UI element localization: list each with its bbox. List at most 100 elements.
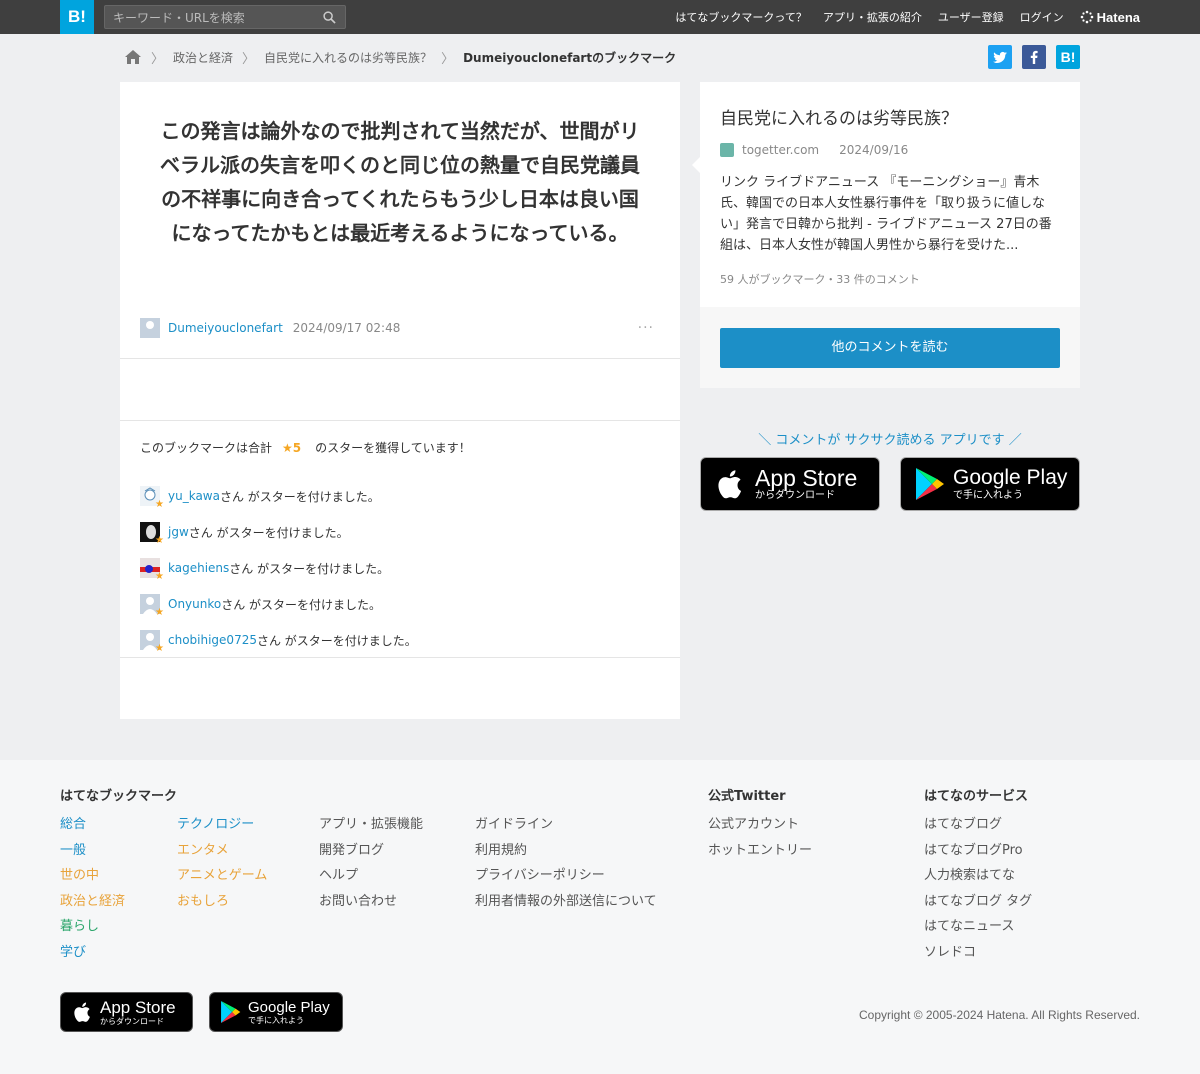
apple-icon: [74, 1002, 90, 1022]
footer-link-hot-entry[interactable]: ホットエントリー: [708, 838, 812, 864]
twitter-share-button[interactable]: [988, 45, 1012, 69]
breadcrumb: 〉 政治と経済 〉 自民党に入れるのは劣等民族？ 〉 Dumeiyouclone…: [124, 47, 676, 67]
stars-prefix: このブックマークは合計: [140, 441, 273, 455]
footer-link-terms[interactable]: 利用規約: [475, 838, 657, 864]
footer-link-general[interactable]: 一般: [60, 838, 125, 864]
avatar[interactable]: ★: [140, 486, 164, 510]
divider: [120, 358, 680, 359]
footer-link-guidelines[interactable]: ガイドライン: [475, 812, 657, 838]
avatar[interactable]: [140, 318, 160, 338]
footer-bookmark-heading: はてなブックマーク: [60, 789, 178, 804]
hatena-brand[interactable]: Hatena: [1080, 10, 1140, 25]
search-icon[interactable]: [323, 11, 336, 24]
avatar[interactable]: ★: [140, 558, 164, 582]
footer-link-contact[interactable]: お問い合わせ: [319, 889, 423, 915]
footer-link-blog-tag[interactable]: はてなブログ タグ: [924, 889, 1032, 915]
footer-link-jinriki[interactable]: 人力検索はてな: [924, 863, 1032, 889]
footer-link-life[interactable]: 暮らし: [60, 914, 125, 940]
more-options-icon[interactable]: ···: [638, 320, 660, 336]
footer-link-all[interactable]: 総合: [60, 812, 125, 838]
footer-twitter-heading: 公式Twitter: [708, 789, 786, 804]
footer-google-play-sub: で手に入れよう: [248, 1016, 304, 1025]
star-username[interactable]: kagehiens: [168, 561, 229, 575]
stars-suffix: のスターを獲得しています！: [315, 441, 471, 455]
footer-link-anime-game[interactable]: アニメとゲーム: [177, 863, 267, 889]
chevron-right-icon: 〉: [151, 51, 165, 67]
footer-google-play-badge[interactable]: Google Play で手に入れよう: [209, 992, 343, 1032]
footer-categories-2: テクノロジー エンタメ アニメとゲーム おもしろ: [177, 812, 267, 914]
footer-link-entertainment[interactable]: エンタメ: [177, 838, 267, 864]
footer-link-official-account[interactable]: 公式アカウント: [708, 812, 812, 838]
footer-link-privacy[interactable]: プライバシーポリシー: [475, 863, 657, 889]
footer-link-external-transmission[interactable]: 利用者情報の外部送信について: [475, 889, 657, 915]
footer-link-blog-pro[interactable]: はてなブログPro: [924, 838, 1032, 864]
list-item: ★ Onyunko さん がスターを付けました。: [140, 586, 417, 622]
home-icon[interactable]: [124, 49, 142, 65]
footer-link-blog[interactable]: はてなブログ: [924, 812, 1032, 838]
star-username[interactable]: Onyunko: [168, 597, 221, 611]
google-play-icon: [221, 1001, 241, 1023]
footer-link-technology[interactable]: テクノロジー: [177, 812, 267, 838]
footer-services-heading: はてなのサービス: [924, 789, 1029, 804]
list-item: ★ jgw さん がスターを付けました。: [140, 514, 417, 550]
nav-about[interactable]: はてなブックマークって？: [675, 9, 806, 25]
footer-link-knowledge[interactable]: 学び: [60, 940, 125, 966]
avatar[interactable]: ★: [140, 594, 164, 618]
star-username[interactable]: yu_kawa: [168, 489, 220, 503]
star-icon: ★: [155, 571, 164, 582]
bookmark-card: この発言は論外なので批判されて当然だが、世間がリベラル派の失言を叩くのと同じ位の…: [120, 82, 680, 719]
nav-register[interactable]: ユーザー登録: [938, 9, 1004, 25]
app-store-label: App Store: [755, 465, 858, 491]
footer-link-social[interactable]: 世の中: [60, 863, 125, 889]
footer-app-store-badge[interactable]: App Store からダウンロード: [60, 992, 193, 1032]
entry-date: 2024/09/16: [839, 143, 909, 157]
entry-card: 自民党に入れるのは劣等民族？ togetter.com 2024/09/16 リ…: [692, 82, 1080, 388]
footer-link-help[interactable]: ヘルプ: [319, 863, 423, 889]
list-item: ★ yu_kawa さん がスターを付けました。: [140, 478, 417, 514]
entry-domain[interactable]: togetter.com: [742, 143, 819, 157]
google-play-icon: [916, 468, 944, 500]
facebook-share-button[interactable]: [1022, 45, 1046, 69]
share-buttons: B!: [988, 45, 1080, 69]
search-input[interactable]: [113, 9, 313, 26]
footer-link-politics[interactable]: 政治と経済: [60, 889, 125, 915]
footer-link-fun[interactable]: おもしろ: [177, 889, 267, 915]
avatar[interactable]: ★: [140, 630, 164, 654]
footer-link-apps[interactable]: アプリ・拡張機能: [319, 812, 423, 838]
star-username[interactable]: jgw: [168, 525, 189, 539]
bookmark-date[interactable]: 2024/09/17 02:48: [293, 321, 401, 335]
avatar[interactable]: ★: [140, 522, 164, 546]
footer-link-dev-blog[interactable]: 開発ブログ: [319, 838, 423, 864]
read-other-comments-button[interactable]: 他のコメントを読む: [720, 328, 1060, 368]
bookmark-username[interactable]: Dumeiyouclonefart: [168, 321, 283, 335]
app-store-sub: からダウンロード: [755, 490, 835, 501]
breadcrumb-category[interactable]: 政治と経済: [173, 49, 233, 66]
list-item: ★ chobihige0725 さん がスターを付けました。: [140, 622, 417, 658]
chevron-right-icon: 〉: [242, 51, 256, 67]
stars-summary: このブックマークは合計 ★5 のスターを獲得しています！: [140, 439, 471, 456]
hatena-brand-text: Hatena: [1096, 9, 1140, 25]
footer-link-news[interactable]: はてなニュース: [924, 914, 1032, 940]
star-icon: ★: [155, 535, 164, 546]
hatena-bookmark-share-button[interactable]: B!: [1056, 45, 1080, 69]
copyright: Copyright © 2005-2024 Hatena. All Rights…: [859, 1008, 1140, 1022]
footer-categories: 総合 一般 世の中 政治と経済 暮らし 学び: [60, 812, 125, 965]
entry-counts[interactable]: 59 人がブックマーク・33 件のコメント: [720, 271, 920, 287]
star-action-text: さん がスターを付けました。: [256, 633, 417, 648]
footer-policy-links: ガイドライン 利用規約 プライバシーポリシー 利用者情報の外部送信について: [475, 812, 657, 914]
star-username[interactable]: chobihige0725: [168, 633, 257, 647]
hatena-bookmark-logo[interactable]: B!: [60, 0, 94, 34]
footer-link-soredoko[interactable]: ソレドコ: [924, 940, 1032, 966]
breadcrumb-entry[interactable]: 自民党に入れるのは劣等民族？: [264, 49, 432, 66]
card-pointer: [692, 157, 700, 173]
entry-title[interactable]: 自民党に入れるのは劣等民族？: [720, 104, 958, 129]
entry-description: リンク ライブドアニュース 『モーニングショー』青木氏、韓国での日本人女性暴行事…: [720, 175, 1052, 253]
twitter-icon: [993, 51, 1007, 63]
app-store-badge[interactable]: App Store からダウンロード: [700, 457, 880, 511]
top-bar: B! はてなブックマークって？ アプリ・拡張の紹介 ユーザー登録 ログイン Ha…: [0, 0, 1200, 34]
nav-login[interactable]: ログイン: [1020, 9, 1064, 25]
star-icon: ★: [155, 607, 164, 618]
nav-apps[interactable]: アプリ・拡張の紹介: [823, 9, 922, 25]
google-play-badge[interactable]: Google Play で手に入れよう: [900, 457, 1080, 511]
star-icon: ★: [155, 499, 164, 510]
